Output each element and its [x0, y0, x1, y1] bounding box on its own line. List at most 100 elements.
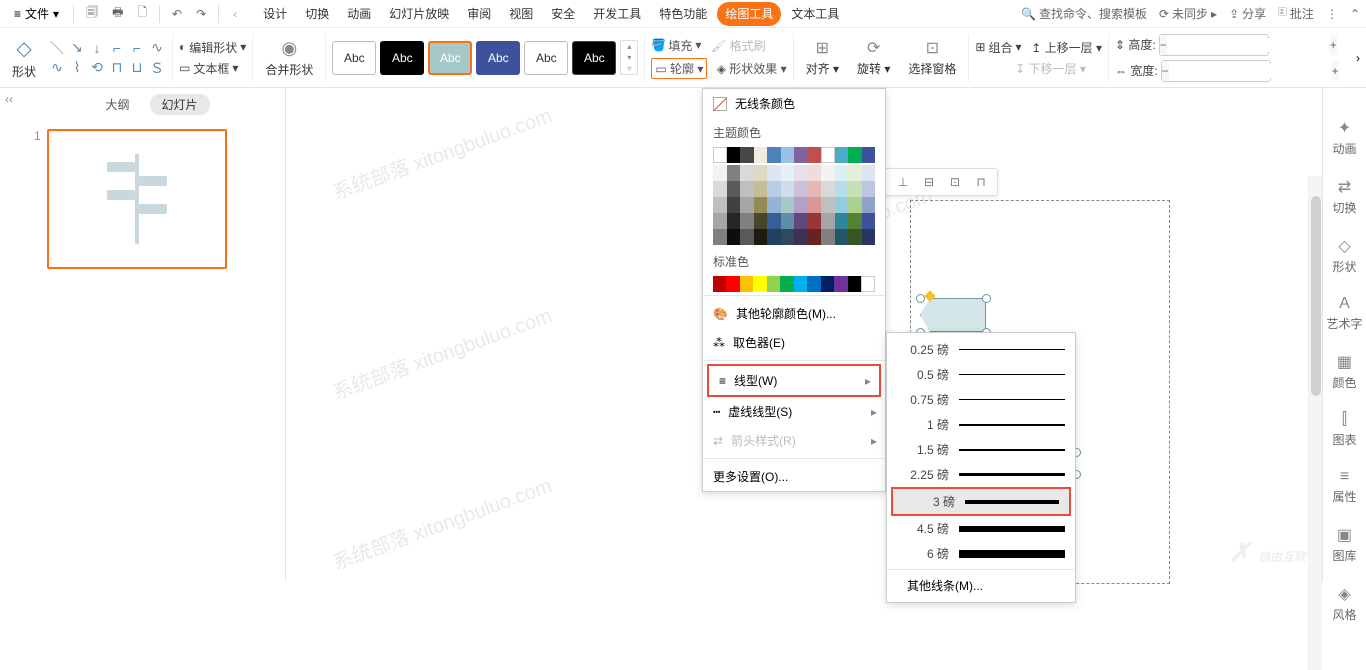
- color-swatch[interactable]: [794, 276, 807, 292]
- color-swatch[interactable]: [754, 229, 768, 245]
- color-swatch[interactable]: [862, 229, 876, 245]
- weight-option[interactable]: 0.75 磅: [887, 387, 1075, 412]
- color-swatch[interactable]: [727, 229, 741, 245]
- color-swatch[interactable]: [781, 197, 795, 213]
- color-swatch[interactable]: [808, 229, 822, 245]
- tab-text-tools[interactable]: 文本工具: [783, 2, 847, 26]
- rotate-button[interactable]: ⟳旋转 ▾: [851, 32, 896, 83]
- color-swatch[interactable]: [862, 181, 876, 197]
- canvas-scrollbar[interactable]: [1308, 176, 1322, 670]
- group-button[interactable]: ⊞ 组合 ▾ ↥ 上移一层 ▾: [975, 39, 1102, 56]
- panel-transition[interactable]: ⇄切换: [1332, 177, 1356, 216]
- dashes-option[interactable]: ┅虚线线型(S)▸: [703, 397, 885, 426]
- color-swatch[interactable]: [821, 197, 835, 213]
- tab-review[interactable]: 审阅: [459, 2, 499, 26]
- color-swatch[interactable]: [862, 165, 876, 181]
- outline-tab[interactable]: 大纲: [93, 94, 141, 115]
- color-swatch[interactable]: [794, 213, 808, 229]
- color-swatch[interactable]: [727, 181, 741, 197]
- panel-animation[interactable]: ✦动画: [1332, 118, 1356, 157]
- scrollbar-thumb[interactable]: [1311, 196, 1321, 396]
- panel-gallery[interactable]: ▣图库: [1332, 525, 1356, 564]
- color-swatch[interactable]: [781, 147, 794, 163]
- color-swatch[interactable]: [794, 197, 808, 213]
- tab-view[interactable]: 视图: [501, 2, 541, 26]
- color-swatch[interactable]: [740, 181, 754, 197]
- more-icon[interactable]: ⋮: [1326, 7, 1338, 21]
- save-icon[interactable]: 🗐: [80, 2, 104, 26]
- color-swatch[interactable]: [740, 147, 753, 163]
- style-swatch-2-selected[interactable]: Abc: [428, 41, 472, 75]
- style-swatch-3[interactable]: Abc: [476, 41, 520, 75]
- distribute-v-icon[interactable]: ⊡: [945, 172, 965, 192]
- more-colors-option[interactable]: 🎨其他轮廓颜色(M)...: [703, 299, 885, 328]
- eyedropper-option[interactable]: ⁂取色器(E): [703, 328, 885, 357]
- line-weight-option[interactable]: ≡线型(W)▸: [707, 364, 881, 397]
- color-swatch[interactable]: [740, 213, 754, 229]
- shape-effects-button[interactable]: ◈ 形状效果 ▾: [717, 60, 787, 77]
- color-swatch[interactable]: [835, 197, 849, 213]
- panel-style[interactable]: ◈风格: [1332, 584, 1356, 623]
- weight-option[interactable]: 0.25 磅: [887, 337, 1075, 362]
- text-box-button[interactable]: ▭ 文本框 ▾: [179, 60, 246, 77]
- color-swatch[interactable]: [848, 197, 862, 213]
- color-swatch[interactable]: [753, 276, 766, 292]
- panel-chart[interactable]: ⫿图表: [1332, 411, 1356, 448]
- no-line-option[interactable]: 无线条颜色: [703, 89, 885, 118]
- color-swatch[interactable]: [808, 213, 822, 229]
- color-swatch[interactable]: [740, 165, 754, 181]
- width-plus-button[interactable]: +: [1332, 61, 1339, 81]
- color-swatch[interactable]: [862, 213, 876, 229]
- color-swatch[interactable]: [713, 181, 727, 197]
- color-swatch[interactable]: [835, 147, 848, 163]
- resize-handle[interactable]: [982, 294, 991, 303]
- distribute-h-icon[interactable]: ⊟: [919, 172, 939, 192]
- slides-tab[interactable]: 幻灯片: [150, 94, 210, 115]
- color-swatch[interactable]: [727, 147, 740, 163]
- tab-security[interactable]: 安全: [543, 2, 583, 26]
- color-swatch[interactable]: [861, 276, 875, 292]
- tab-scroll-left[interactable]: ‹: [225, 7, 245, 21]
- shape-gallery-button[interactable]: ◇ 形状: [6, 32, 42, 83]
- color-swatch[interactable]: [780, 276, 793, 292]
- color-swatch[interactable]: [713, 165, 727, 181]
- color-swatch[interactable]: [767, 181, 781, 197]
- format-painter-button[interactable]: 🖌 格式刷: [711, 37, 766, 54]
- selected-shape-1[interactable]: [920, 298, 986, 332]
- color-swatch[interactable]: [727, 213, 741, 229]
- color-swatch[interactable]: [754, 181, 768, 197]
- shapes-quick-grid[interactable]: ＼↘↓⌐⌐∿ ∿⌇⟲⊓⊔Ｓ: [48, 39, 166, 77]
- print-icon[interactable]: 🖶: [106, 2, 129, 26]
- color-swatch[interactable]: [862, 197, 876, 213]
- color-swatch[interactable]: [808, 181, 822, 197]
- color-swatch[interactable]: [821, 147, 835, 163]
- color-swatch[interactable]: [794, 181, 808, 197]
- panel-wordart[interactable]: A艺术字: [1326, 295, 1362, 332]
- color-swatch[interactable]: [848, 213, 862, 229]
- color-swatch[interactable]: [767, 213, 781, 229]
- align-bottom-icon[interactable]: ⊥: [893, 172, 913, 192]
- color-swatch[interactable]: [781, 229, 795, 245]
- color-swatch[interactable]: [713, 197, 727, 213]
- color-swatch[interactable]: [727, 165, 741, 181]
- send-backward-button[interactable]: ↧ 下移一层 ▾: [1015, 60, 1086, 77]
- color-swatch[interactable]: [754, 213, 768, 229]
- tab-animations[interactable]: 动画: [339, 2, 379, 26]
- color-swatch[interactable]: [848, 147, 861, 163]
- height-plus-button[interactable]: +: [1330, 35, 1337, 55]
- height-minus-button[interactable]: −: [1160, 35, 1167, 55]
- color-swatch[interactable]: [794, 147, 807, 163]
- tab-slideshow[interactable]: 幻灯片放映: [381, 2, 457, 26]
- collapse-left-pane-icon[interactable]: ‹‹: [0, 88, 18, 582]
- outline-button[interactable]: ▭ 轮廓 ▾: [651, 58, 707, 79]
- height-input[interactable]: −+: [1159, 34, 1269, 56]
- color-swatch[interactable]: [835, 165, 849, 181]
- style-swatch-4[interactable]: Abc: [524, 41, 568, 75]
- tab-design[interactable]: 设计: [255, 2, 295, 26]
- weight-option[interactable]: 4.5 磅: [887, 516, 1075, 541]
- align-button[interactable]: ⊞对齐 ▾: [800, 32, 845, 83]
- tab-developer[interactable]: 开发工具: [585, 2, 649, 26]
- equal-width-icon[interactable]: ⊓: [971, 172, 991, 192]
- color-swatch[interactable]: [754, 165, 768, 181]
- color-swatch[interactable]: [727, 197, 741, 213]
